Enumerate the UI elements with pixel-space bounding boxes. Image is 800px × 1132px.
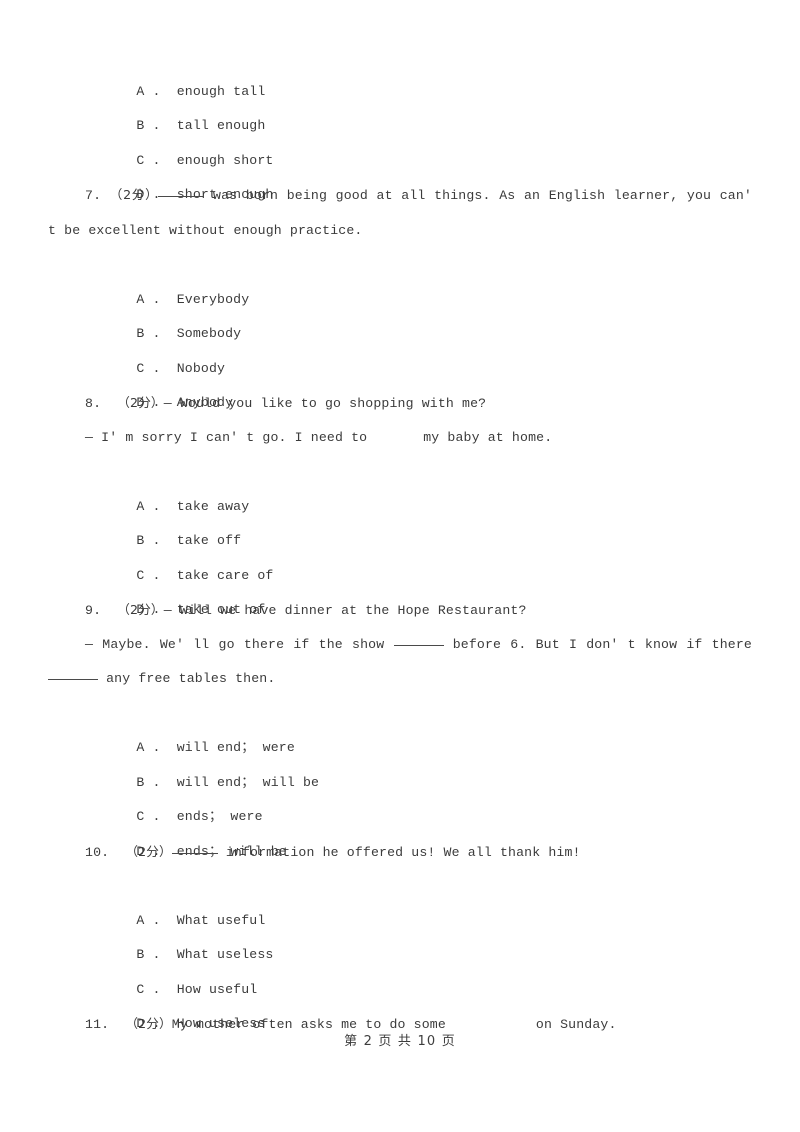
question-dialogue-9: — Maybe. We' ll go there if the show bef… <box>48 628 752 697</box>
question-stem-10: 10. （2分） information he offered us! We a… <box>48 835 752 870</box>
option-row[interactable]: A . enough tall <box>48 40 752 99</box>
option-letter: A . <box>136 912 161 928</box>
option-letter: A . <box>136 498 161 514</box>
option-row[interactable]: A . Everybody <box>48 248 752 307</box>
option-letter: A . <box>136 740 161 755</box>
option-label: will end； will be <box>176 774 320 790</box>
answer-blank[interactable] <box>393 633 444 646</box>
option-letter: C . <box>136 809 161 824</box>
option-label: How useful <box>176 981 258 997</box>
question-text: — Would you like to go shopping with me? <box>163 396 487 411</box>
option-label: ends； were <box>176 809 263 824</box>
option-label: enough tall <box>176 83 266 99</box>
option-label: tall enough <box>176 118 266 133</box>
question-text: — Will we have dinner at the Hope Restau… <box>163 603 527 618</box>
dialogue-tail: my baby at home. <box>423 429 553 445</box>
question-marks: （2分） <box>117 395 164 410</box>
option-label: take care of <box>176 567 274 583</box>
option-label: Nobody <box>176 360 226 376</box>
option-letter: B . <box>136 947 161 962</box>
option-letter: C . <box>136 360 161 376</box>
question-marks: （2分） <box>125 1016 172 1031</box>
page-footer: 第 2 页 共 10 页 <box>344 1034 456 1049</box>
option-label: will end； were <box>176 740 295 755</box>
question-marks: （2分） <box>125 843 172 859</box>
dialogue-seg-1: — Maybe. We' ll go there if the show <box>85 636 394 652</box>
question-dialogue-8: — I' m sorry I can' t go. I need to my ba… <box>48 421 752 456</box>
option-label: Somebody <box>176 326 242 341</box>
answer-blank[interactable] <box>158 185 205 197</box>
option-letter: B . <box>136 326 161 341</box>
dialogue-seg-3: any free tables then. <box>98 671 276 686</box>
option-letter: C . <box>136 981 161 997</box>
option-row[interactable]: A . will end； were <box>48 697 752 755</box>
option-letter: C . <box>136 152 161 168</box>
question-number: 9. <box>85 603 102 618</box>
option-label: Everybody <box>176 291 250 307</box>
question-marks: （2分） <box>117 602 164 617</box>
option-label: take away <box>176 498 250 514</box>
question-number: 7. <box>85 188 102 203</box>
question-number: 8. <box>85 396 102 411</box>
option-label: What useful <box>176 912 266 928</box>
option-letter: A . <box>136 291 161 307</box>
option-letter: A . <box>136 83 161 99</box>
option-label: take off <box>176 533 242 548</box>
option-row[interactable]: A . take away <box>48 455 752 514</box>
question-text: information he offered us! We all thank … <box>217 844 581 860</box>
question-marks: （2分） <box>109 187 159 202</box>
question-number: 10. <box>85 844 110 860</box>
question-stem-7: 7. （2分） was born being good at all thing… <box>48 178 752 248</box>
question-stem-8: 8. （2分）— Would you like to go shopping w… <box>48 386 752 421</box>
option-letter: B . <box>136 774 161 790</box>
option-row[interactable]: A . What useful <box>48 869 752 928</box>
dialogue-text: — I' m sorry I can' t go. I need to <box>85 429 368 445</box>
option-label: What useless <box>176 947 274 962</box>
option-letter: B . <box>136 533 161 548</box>
answer-blank[interactable] <box>48 668 98 680</box>
option-letter: B . <box>136 118 161 133</box>
option-label: enough short <box>176 152 274 168</box>
answer-blank[interactable] <box>171 841 218 854</box>
option-letter: C . <box>136 567 161 583</box>
document-page: A . enough tall B . tall enough C . enou… <box>0 0 800 1132</box>
question-stem-9: 9. （2分）— Will we have dinner at the Hope… <box>48 593 752 628</box>
page-content: A . enough tall B . tall enough C . enou… <box>48 40 752 1042</box>
dialogue-seg-2: before 6. But I don' t know if there <box>443 636 752 652</box>
